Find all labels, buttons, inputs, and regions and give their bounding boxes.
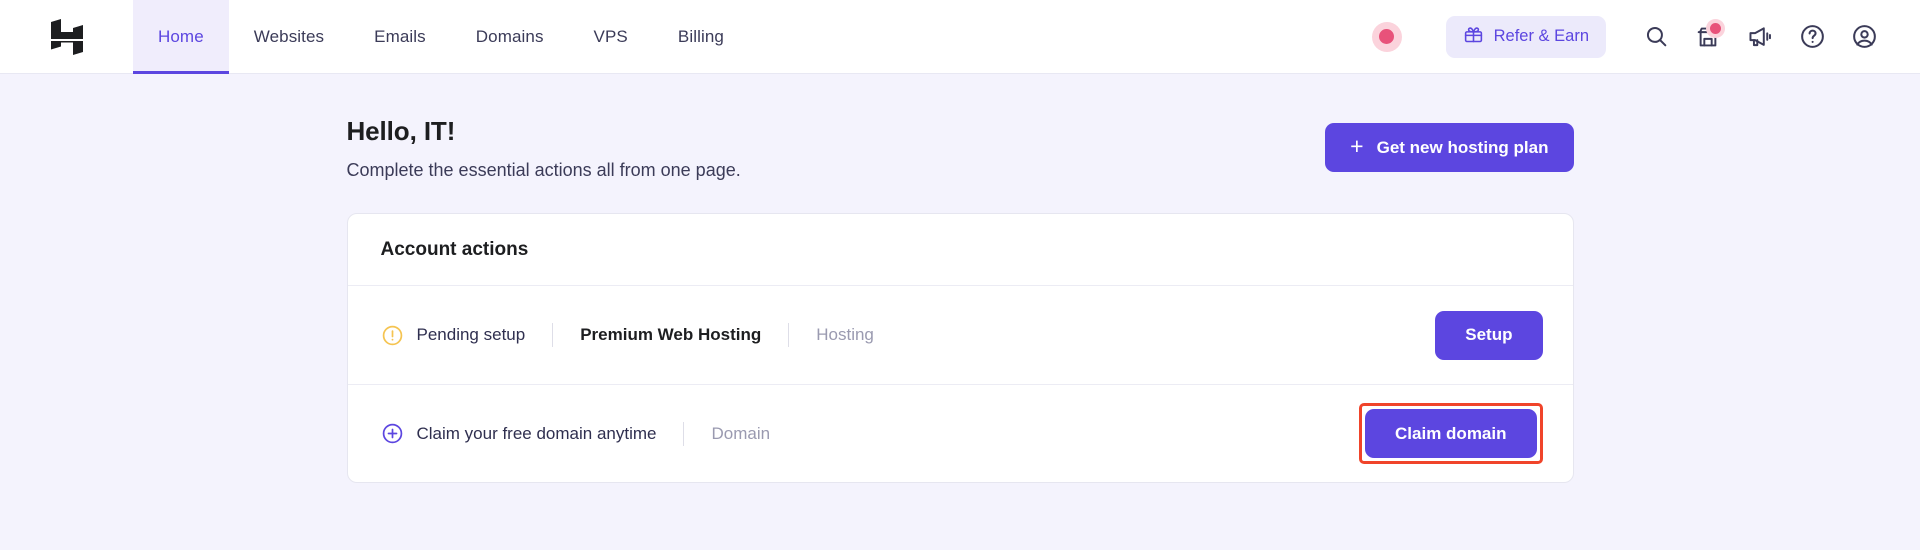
gift-icon [1463, 24, 1484, 50]
notification-badge [1706, 18, 1725, 38]
row-status-label: Pending setup [416, 325, 526, 344]
refer-and-earn-label: Refer & Earn [1493, 27, 1589, 45]
setup-button[interactable]: Setup [1435, 310, 1543, 360]
account-avatar-icon[interactable] [1838, 11, 1890, 63]
account-actions-title: Account actions [347, 214, 1573, 286]
claim-domain-button[interactable]: Claim domain [1365, 409, 1537, 458]
hostinger-logo[interactable] [0, 0, 133, 73]
nav-item-billing[interactable]: Billing [653, 0, 749, 73]
nav-item-domains[interactable]: Domains [451, 0, 569, 73]
get-new-hosting-plan-button[interactable]: + Get new hosting plan [1325, 123, 1574, 172]
refer-and-earn-button[interactable]: Refer & Earn [1445, 15, 1606, 58]
page-subtitle: Complete the essential actions all from … [346, 160, 741, 180]
nav-item-vps[interactable]: VPS [569, 0, 653, 73]
divider [552, 323, 554, 347]
hostinger-h-logo-icon [50, 18, 84, 56]
record-dot-indicator[interactable] [1371, 21, 1402, 52]
megaphone-announcement-icon[interactable] [1734, 11, 1786, 63]
row-service-type: Domain [711, 423, 771, 443]
row-status-label: Claim your free domain anytime [416, 423, 657, 443]
table-row: Pending setup Premium Web Hosting Hostin… [348, 286, 1573, 384]
highlight-outline: Claim domain [1359, 403, 1543, 464]
main-nav: Home Websites Emails Domains VPS Billing [133, 0, 749, 74]
header-actions: Refer & Earn [1371, 0, 1920, 73]
nav-item-vps-label: VPS [593, 26, 628, 46]
row-service-type: Hosting [816, 325, 874, 344]
help-circle-icon[interactable] [1786, 11, 1838, 63]
greeting-block: Hello, IT! Complete the essential action… [347, 116, 741, 181]
divider [788, 323, 790, 347]
table-row: Claim your free domain anytime Domain Cl… [347, 384, 1573, 482]
search-icon[interactable] [1630, 11, 1682, 63]
nav-item-home-label: Home [158, 26, 204, 46]
warning-exclamation-circle-icon [381, 324, 404, 347]
main-content: Hello, IT! Complete the essential action… [0, 74, 1920, 483]
nav-item-websites-label: Websites [253, 26, 325, 46]
page-title: Hello, IT! [346, 116, 456, 146]
page-header: Hello, IT! Complete the essential action… [347, 116, 1574, 181]
nav-item-home[interactable]: Home [133, 0, 229, 74]
plus-icon: + [1350, 133, 1364, 159]
nav-item-domains-label: Domains [475, 26, 544, 46]
get-new-hosting-plan-label: Get new hosting plan [1376, 137, 1549, 157]
nav-item-emails-label: Emails [374, 26, 426, 46]
marketplace-storefront-icon[interactable] [1682, 11, 1734, 63]
nav-item-billing-label: Billing [677, 26, 724, 46]
divider [683, 421, 685, 446]
nav-item-emails[interactable]: Emails [349, 0, 451, 73]
account-actions-card: Account actions Pending setup Premium We… [346, 213, 1574, 483]
nav-item-websites[interactable]: Websites [229, 0, 349, 73]
top-navigation-bar: Home Websites Emails Domains VPS Billing [0, 0, 1920, 74]
plus-circle-icon [381, 422, 404, 445]
row-service-name: Premium Web Hosting [580, 325, 762, 344]
